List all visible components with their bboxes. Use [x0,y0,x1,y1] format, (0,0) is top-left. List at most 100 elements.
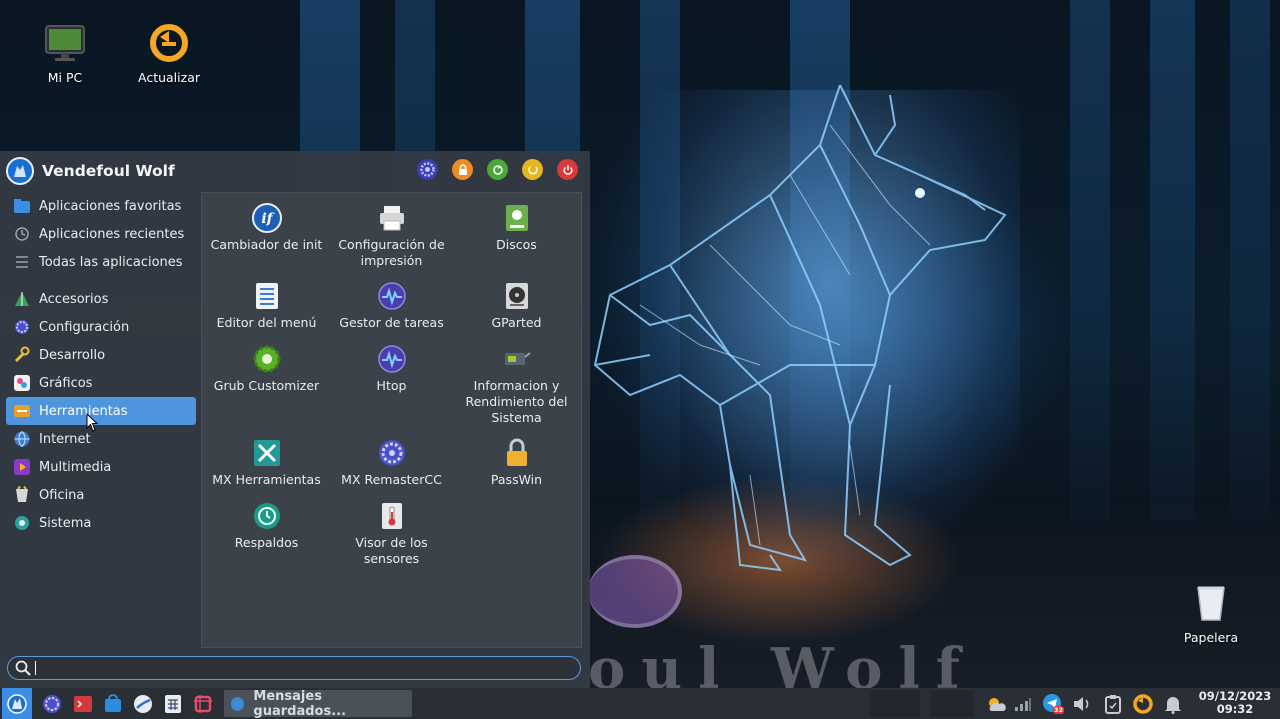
globe-icon [12,429,32,449]
category-label: Oficina [39,487,85,503]
app-sensors-viewer[interactable]: Visor de los sensores [329,501,454,567]
desktop-icon-papelera[interactable]: Papelera [1166,582,1256,645]
app-label: MX Herramientas [212,472,321,487]
remaster-icon [377,438,407,468]
tools-icon [12,401,32,421]
app-label: Configuración de impresión [338,237,445,268]
app-grub-customizer[interactable]: Grub Customizer [204,344,329,394]
wolf-image [593,84,1007,572]
app-label: Grub Customizer [213,378,320,393]
desktop-icon-mi-pc[interactable]: Mi PC [20,22,110,85]
app-label: MX RemasterCC [341,472,442,487]
menu-header: Vendefoul Wolf [6,155,175,187]
user-avatar[interactable] [6,157,34,185]
category-system[interactable]: Sistema [6,509,196,537]
category-label: Aplicaciones recientes [39,226,185,242]
app-label: Gestor de tareas [339,315,444,330]
clock-time: 09:32 [1216,702,1254,716]
switch-user-icon[interactable] [487,159,508,180]
category-recent[interactable]: Aplicaciones recientes [6,220,196,248]
desktop-icon-actualizar[interactable]: Actualizar [124,22,214,85]
app-label: GParted [491,315,542,330]
search-field[interactable] [7,656,581,680]
app-label: Discos [496,237,537,252]
app-htop[interactable]: Htop [329,344,454,394]
init-switcher-icon: if [251,203,282,233]
app-passwin[interactable]: PassWin [454,438,579,488]
printer-icon [377,203,407,233]
telegram-tray-icon[interactable]: 32 [1041,692,1065,716]
app-mx-remastercc[interactable]: MX RemasterCC [329,438,454,488]
app-label: Cambiador de init [210,237,323,252]
menu-button[interactable] [2,688,32,719]
settings-icon[interactable] [40,692,64,716]
app-grid: if Cambiador de init Configuración de im… [201,192,582,648]
calculator-icon[interactable] [161,692,185,716]
app-init-switcher[interactable]: if Cambiador de init [204,203,329,253]
text-cursor [35,661,36,675]
app-mx-tools[interactable]: MX Herramientas [204,438,329,488]
taskbar-window-button[interactable]: Mensajes guardados... [224,689,412,719]
category-accessories[interactable]: Accesorios [6,285,196,313]
graphics-icon [12,373,32,393]
recent-icon [12,224,32,244]
app-print-settings[interactable]: Configuración de impresión [329,203,454,269]
category-settings[interactable]: Configuración [6,313,196,341]
app-gparted[interactable]: GParted [454,281,579,331]
mx-tools-icon [252,438,282,468]
app-menu-editor[interactable]: Editor del menú [204,281,329,331]
app-disks[interactable]: Discos [454,203,579,253]
app-backups[interactable]: Respaldos [204,501,329,551]
clock[interactable]: 09/12/2023 09:32 [1190,690,1280,716]
category-internet[interactable]: Internet [6,425,196,453]
system-icon [12,513,32,533]
category-all-apps[interactable]: Todas las aplicaciones [6,248,196,276]
favorites-icon [12,196,32,216]
settings-icon[interactable] [417,159,438,180]
category-label: Internet [39,431,91,447]
development-icon [12,345,32,365]
update-tray-icon[interactable] [1131,692,1155,716]
user-name: Vendefoul Wolf [42,162,175,180]
category-label: Sistema [39,515,92,531]
category-multimedia[interactable]: Multimedia [6,453,196,481]
menu-icon [7,693,27,714]
browser-icon[interactable] [131,692,155,716]
clipboard-icon[interactable] [1101,692,1125,716]
taskbar-empty-slot [930,690,974,717]
category-favorites[interactable]: Aplicaciones favoritas [6,192,196,220]
taskbar-empty-slot [870,690,920,717]
logout-icon[interactable] [522,159,543,180]
app-label: Htop [376,378,407,393]
update-icon [148,22,190,64]
category-development[interactable]: Desarrollo [6,341,196,369]
app-system-info[interactable]: Informacion y Rendimiento del Sistema [454,344,579,426]
weather-icon[interactable] [984,692,1008,716]
settings-icon [12,317,32,337]
power-icon[interactable] [557,159,578,180]
screenshot-icon[interactable] [191,692,215,716]
task-manager-icon [377,281,407,311]
menu-editor-icon [252,281,282,311]
category-office[interactable]: Oficina [6,481,196,509]
category-tools[interactable]: Herramientas [6,397,196,425]
app-task-manager[interactable]: Gestor de tareas [329,281,454,331]
lock-icon[interactable] [452,159,473,180]
taskbar: Mensajes guardados... 32 09/12/2023 09:3… [0,688,1280,719]
app-label: Informacion y Rendimiento del Sistema [465,378,568,425]
app-label: Editor del menú [216,315,317,330]
category-label: Multimedia [39,459,112,475]
app-label: Visor de los sensores [355,535,428,566]
multimedia-icon [12,457,32,477]
notifications-icon[interactable] [1161,692,1185,716]
accessories-icon [12,289,32,309]
htop-icon [377,344,407,374]
telegram-icon [231,696,245,711]
volume-icon[interactable] [1070,692,1094,716]
category-label: Desarrollo [39,347,106,363]
terminal-icon[interactable] [71,692,95,716]
store-icon[interactable] [101,692,125,716]
desktop-icon-label: Mi PC [47,70,83,85]
network-icon[interactable] [1011,692,1035,716]
category-graphics[interactable]: Gráficos [6,369,196,397]
